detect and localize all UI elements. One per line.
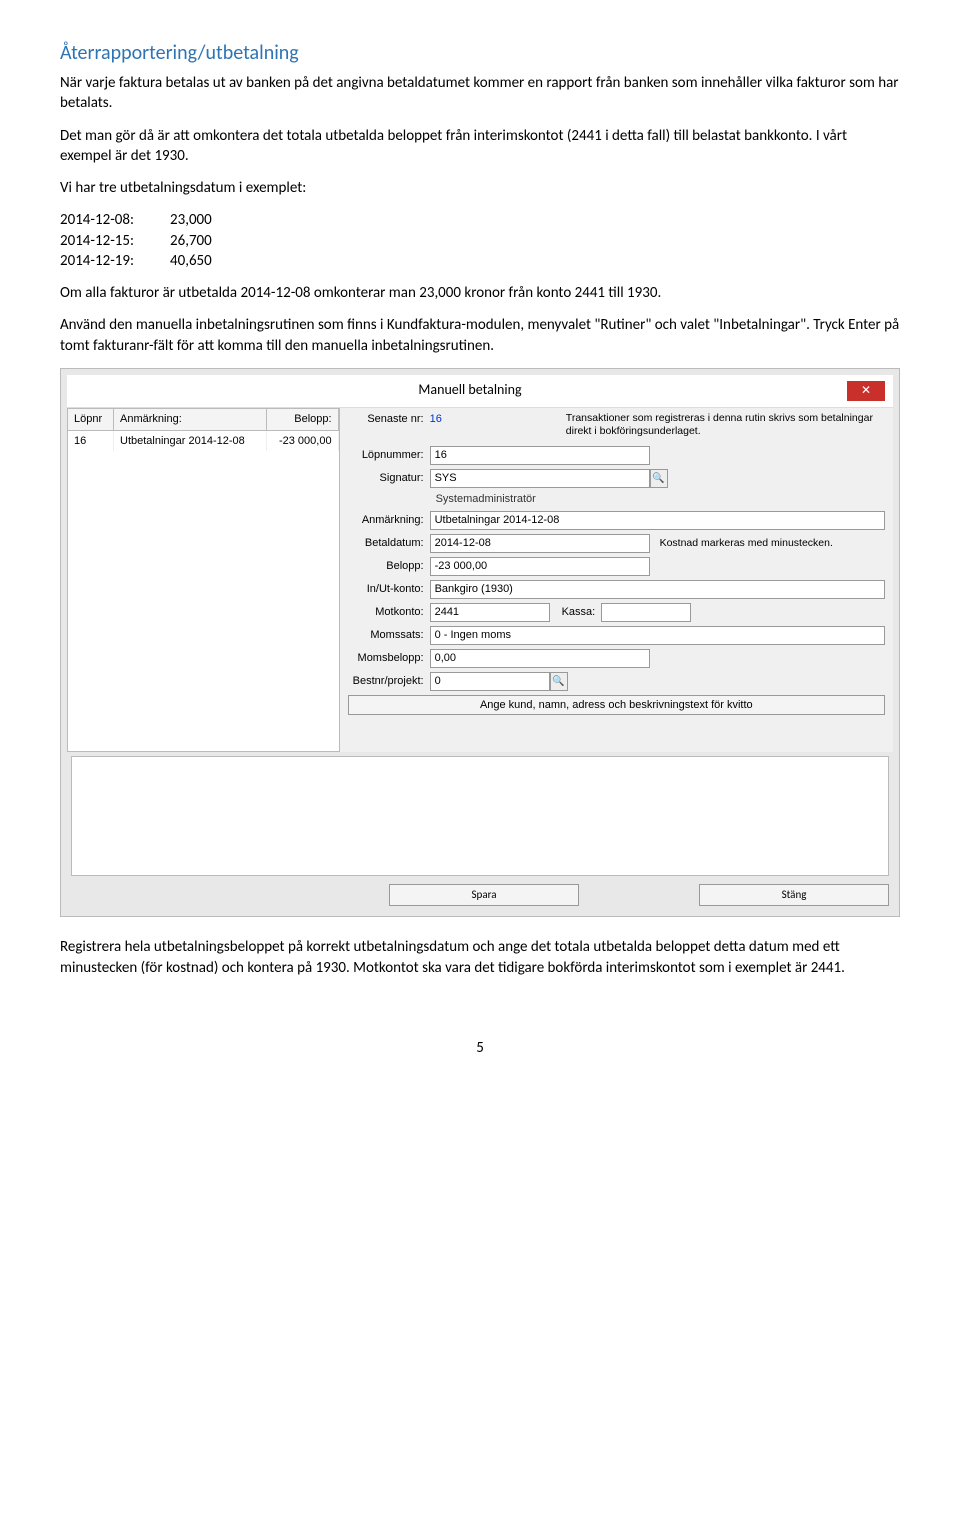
page-title: Återrapportering/utbetalning	[60, 40, 900, 67]
body-text: Om alla fakturor är utbetalda 2014-12-08…	[60, 283, 900, 303]
signatur-label: Signatur:	[348, 471, 430, 486]
inut-konto-label: In/Ut-konto:	[348, 582, 430, 597]
kassa-label: Kassa:	[556, 605, 602, 620]
date-value: 40,650	[170, 251, 212, 271]
senaste-label: Senaste nr:	[348, 412, 430, 427]
betaldatum-label: Betaldatum:	[348, 536, 430, 551]
lookup-icon[interactable]: 🔍	[650, 469, 668, 488]
body-text: Registrera hela utbetalningsbeloppet på …	[60, 937, 900, 978]
body-text: Det man gör då är att omkontera det tota…	[60, 126, 900, 167]
belopp-input[interactable]: -23 000,00	[430, 557, 650, 576]
lopnummer-input[interactable]: 16	[430, 446, 650, 465]
cell-anmarkning: Utbetalningar 2014-12-08	[114, 431, 267, 452]
date-value: 26,700	[170, 231, 212, 251]
dialog-titlebar: Manuell betalning ✕	[67, 375, 893, 408]
signatur-subtext: Systemadministratör	[436, 492, 885, 507]
momsbelopp-input[interactable]: 0,00	[430, 649, 650, 668]
anmarkning-input[interactable]: Utbetalningar 2014-12-08	[430, 511, 885, 530]
info-text: Transaktioner som registreras i denna ru…	[566, 412, 885, 438]
col-header-belopp: Belopp:	[267, 409, 339, 430]
momssats-label: Momssats:	[348, 628, 430, 643]
momsbelopp-label: Momsbelopp:	[348, 651, 430, 666]
signatur-input[interactable]: SYS	[430, 469, 650, 488]
left-list-pane: Löpnr Anmärkning: Belopp: 16 Utbetalning…	[67, 408, 340, 753]
momssats-input[interactable]: 0 - Ingen moms	[430, 626, 885, 645]
belopp-label: Belopp:	[348, 559, 430, 574]
betaldatum-input[interactable]: 2014-12-08	[430, 534, 650, 553]
dialog-window: Manuell betalning ✕ Löpnr Anmärkning: Be…	[60, 368, 900, 918]
lookup-icon[interactable]: 🔍	[550, 672, 568, 691]
date-list: 2014-12-08:23,000 2014-12-15:26,700 2014…	[60, 210, 900, 271]
date-value: 23,000	[170, 210, 212, 230]
stang-button[interactable]: Stäng	[699, 884, 889, 906]
belopp-note: Kostnad markeras med minustecken.	[660, 537, 833, 550]
cell-lopnr: 16	[68, 431, 114, 452]
kvittotext-button[interactable]: Ange kund, namn, adress och beskrivnings…	[348, 695, 885, 715]
body-text: Använd den manuella inbetalningsrutinen …	[60, 315, 900, 356]
body-text: Vi har tre utbetalningsdatum i exemplet:	[60, 178, 900, 198]
body-text: När varje faktura betalas ut av banken p…	[60, 73, 900, 114]
date-label: 2014-12-08:	[60, 210, 170, 230]
page-number: 5	[60, 1038, 900, 1058]
anmarkning-label: Anmärkning:	[348, 513, 430, 528]
senaste-value: 16	[430, 412, 442, 427]
cell-belopp: -23 000,00	[267, 431, 339, 452]
bestnr-input[interactable]: 0	[430, 672, 550, 691]
spara-button[interactable]: Spara	[389, 884, 579, 906]
close-button[interactable]: ✕	[847, 381, 885, 401]
motkonto-input[interactable]: 2441	[430, 603, 550, 622]
col-header-lopnr: Löpnr	[68, 409, 114, 430]
close-icon: ✕	[861, 383, 871, 399]
inut-konto-input[interactable]: Bankgiro (1930)	[430, 580, 885, 599]
kassa-input[interactable]	[601, 603, 691, 622]
bestnr-label: Bestnr/projekt:	[348, 674, 430, 689]
lopnummer-label: Löpnummer:	[348, 448, 430, 463]
table-row[interactable]: 16 Utbetalningar 2014-12-08 -23 000,00	[68, 431, 339, 452]
motkonto-label: Motkonto:	[348, 605, 430, 620]
date-label: 2014-12-19:	[60, 251, 170, 271]
dialog-title-text: Manuell betalning	[418, 381, 521, 400]
bottom-list-area	[71, 756, 889, 876]
date-label: 2014-12-15:	[60, 231, 170, 251]
right-form-pane: Senaste nr: 16 Transaktioner som registr…	[340, 408, 893, 753]
col-header-anmarkning: Anmärkning:	[114, 409, 267, 430]
